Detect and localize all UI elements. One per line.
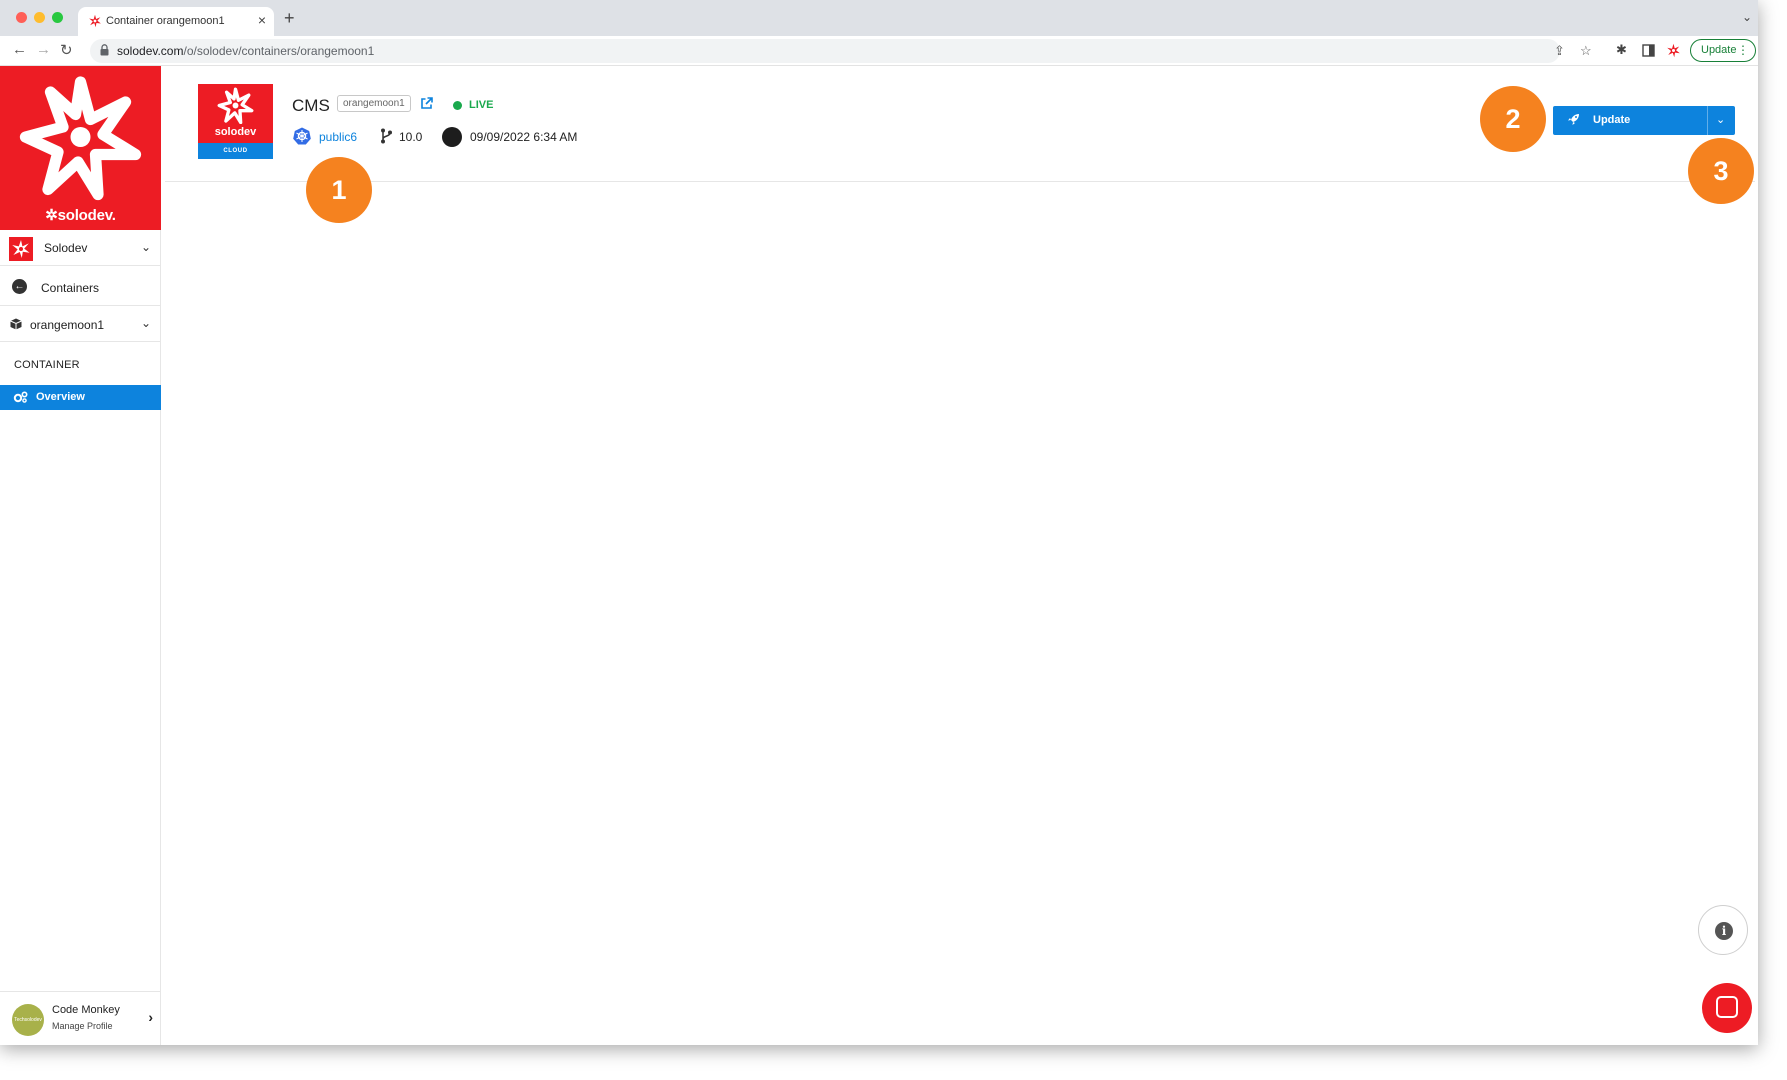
solodev-star-logo-icon: [19, 76, 142, 201]
solodev-favicon-icon: [89, 14, 101, 28]
close-window-button[interactable]: [16, 12, 27, 23]
browser-tab[interactable]: Container orangemoon1 ×: [78, 7, 274, 36]
update-button-label: Update: [1593, 114, 1631, 126]
url-host: solodev.com: [117, 44, 184, 58]
version-text: 10.0: [399, 130, 423, 144]
brand-name-text: solodev: [57, 207, 112, 224]
maximize-window-button[interactable]: [52, 12, 63, 23]
chat-bubble-icon: [1716, 996, 1738, 1018]
update-split-button: Update ⌄: [1553, 106, 1735, 135]
brand-logo-block[interactable]: ✲solodev.: [0, 66, 161, 230]
chevron-down-icon: ⌄: [140, 316, 151, 330]
profile-menu[interactable]: Techsolodev Code Monkey Manage Profile ›: [0, 991, 161, 1045]
tab-search-chevron-icon[interactable]: ⌄: [1742, 10, 1752, 24]
chevron-right-icon: ›: [148, 1009, 153, 1025]
avatar: Techsolodev: [12, 1004, 44, 1036]
chrome-update-label: Update: [1701, 44, 1737, 56]
app-logo: solodev CLOUD: [198, 84, 273, 159]
tab-strip: Container orangemoon1 × + ⌄: [0, 0, 1758, 36]
update-button[interactable]: Update: [1553, 106, 1707, 135]
new-tab-button[interactable]: +: [284, 8, 295, 29]
container-id-badge: orangemoon1: [337, 95, 411, 112]
chevron-down-icon: ⌄: [140, 240, 151, 254]
logo-cloud-badge: CLOUD: [198, 143, 273, 159]
tab-title: Container orangemoon1: [106, 15, 225, 27]
callout-1: 1: [306, 157, 372, 223]
side-panel-icon[interactable]: [1642, 44, 1655, 57]
container-switcher[interactable]: orangemoon1 ⌄: [0, 306, 161, 342]
lock-icon: [100, 44, 109, 56]
chrome-update-button[interactable]: Update ⋮: [1690, 39, 1756, 62]
page-title: CMS: [292, 96, 330, 115]
rocket-icon: [1568, 114, 1579, 125]
reload-icon[interactable]: ↻: [60, 41, 73, 59]
manage-profile-link[interactable]: Manage Profile: [52, 1021, 113, 1031]
chat-launcher-button[interactable]: [1702, 983, 1752, 1033]
minimize-window-button[interactable]: [34, 12, 45, 23]
avatar-text: Techsolodev: [14, 1017, 42, 1023]
back-arrow-icon[interactable]: ←: [12, 41, 27, 58]
external-link-icon[interactable]: [420, 97, 433, 110]
cogs-icon: [13, 391, 28, 403]
status-badge: LIVE: [469, 99, 494, 111]
screenshot-stage: Container orangemoon1 × + ⌄ ← → ↻ solode…: [0, 0, 1787, 1080]
tab-close-icon[interactable]: ×: [258, 12, 266, 28]
callout-2: 2: [1480, 86, 1546, 152]
update-dropdown-toggle[interactable]: ⌄: [1707, 106, 1735, 135]
org-logo-icon: [9, 237, 33, 261]
back-to-containers-label: Containers: [41, 281, 100, 295]
cluster-link[interactable]: public6: [319, 130, 357, 144]
bookmark-star-icon[interactable]: ☆: [1580, 43, 1592, 59]
profile-name: Code Monkey: [52, 1004, 120, 1016]
deployment-status-icon: [442, 127, 462, 147]
deployed-timestamp: 09/09/2022 6:34 AM: [470, 130, 578, 144]
solodev-star-icon: [217, 87, 254, 124]
brand-wordmark: ✲solodev.: [45, 207, 116, 224]
extensions-puzzle-icon[interactable]: ✱: [1616, 42, 1627, 58]
back-to-containers-link[interactable]: ← Containers: [0, 266, 161, 306]
org-name: Solodev: [44, 241, 88, 255]
forward-arrow-icon[interactable]: →: [36, 41, 51, 58]
sidebar-item-label: Overview: [36, 391, 85, 403]
logo-name: solodev: [214, 126, 257, 138]
browser-toolbar: ← → ↻ solodev.com/o/solodev/containers/o…: [0, 36, 1758, 66]
kebab-menu-icon[interactable]: ⋮: [1737, 43, 1749, 57]
share-icon[interactable]: ⇪: [1554, 43, 1565, 59]
chevron-down-icon: ⌄: [1716, 114, 1726, 126]
browser-window: Container orangemoon1 × + ⌄ ← → ↻ solode…: [0, 0, 1758, 1045]
url-path: /o/solodev/containers/orangemoon1: [183, 44, 375, 58]
info-icon: i: [1715, 922, 1733, 940]
solodev-extension-icon[interactable]: [1666, 43, 1681, 58]
sidebar-item-overview[interactable]: Overview: [0, 385, 161, 410]
sidebar: ✲solodev. Solodev ⌄ ← Containers orangem…: [0, 66, 161, 1045]
address-bar[interactable]: solodev.com/o/solodev/containers/orangem…: [90, 39, 1592, 63]
info-button[interactable]: i: [1698, 905, 1748, 955]
url-text: solodev.com/o/solodev/containers/orangem…: [117, 44, 374, 58]
callout-3: 3: [1688, 138, 1754, 204]
org-switcher[interactable]: Solodev ⌄: [0, 230, 161, 266]
section-label: CONTAINER: [14, 359, 80, 371]
cube-icon: [10, 318, 22, 330]
container-name: orangemoon1: [30, 318, 105, 332]
live-status-dot: [453, 101, 462, 110]
arrow-left-circle-icon: ←: [12, 279, 27, 294]
kubernetes-icon: [293, 127, 311, 145]
git-branch-icon: [381, 128, 392, 144]
